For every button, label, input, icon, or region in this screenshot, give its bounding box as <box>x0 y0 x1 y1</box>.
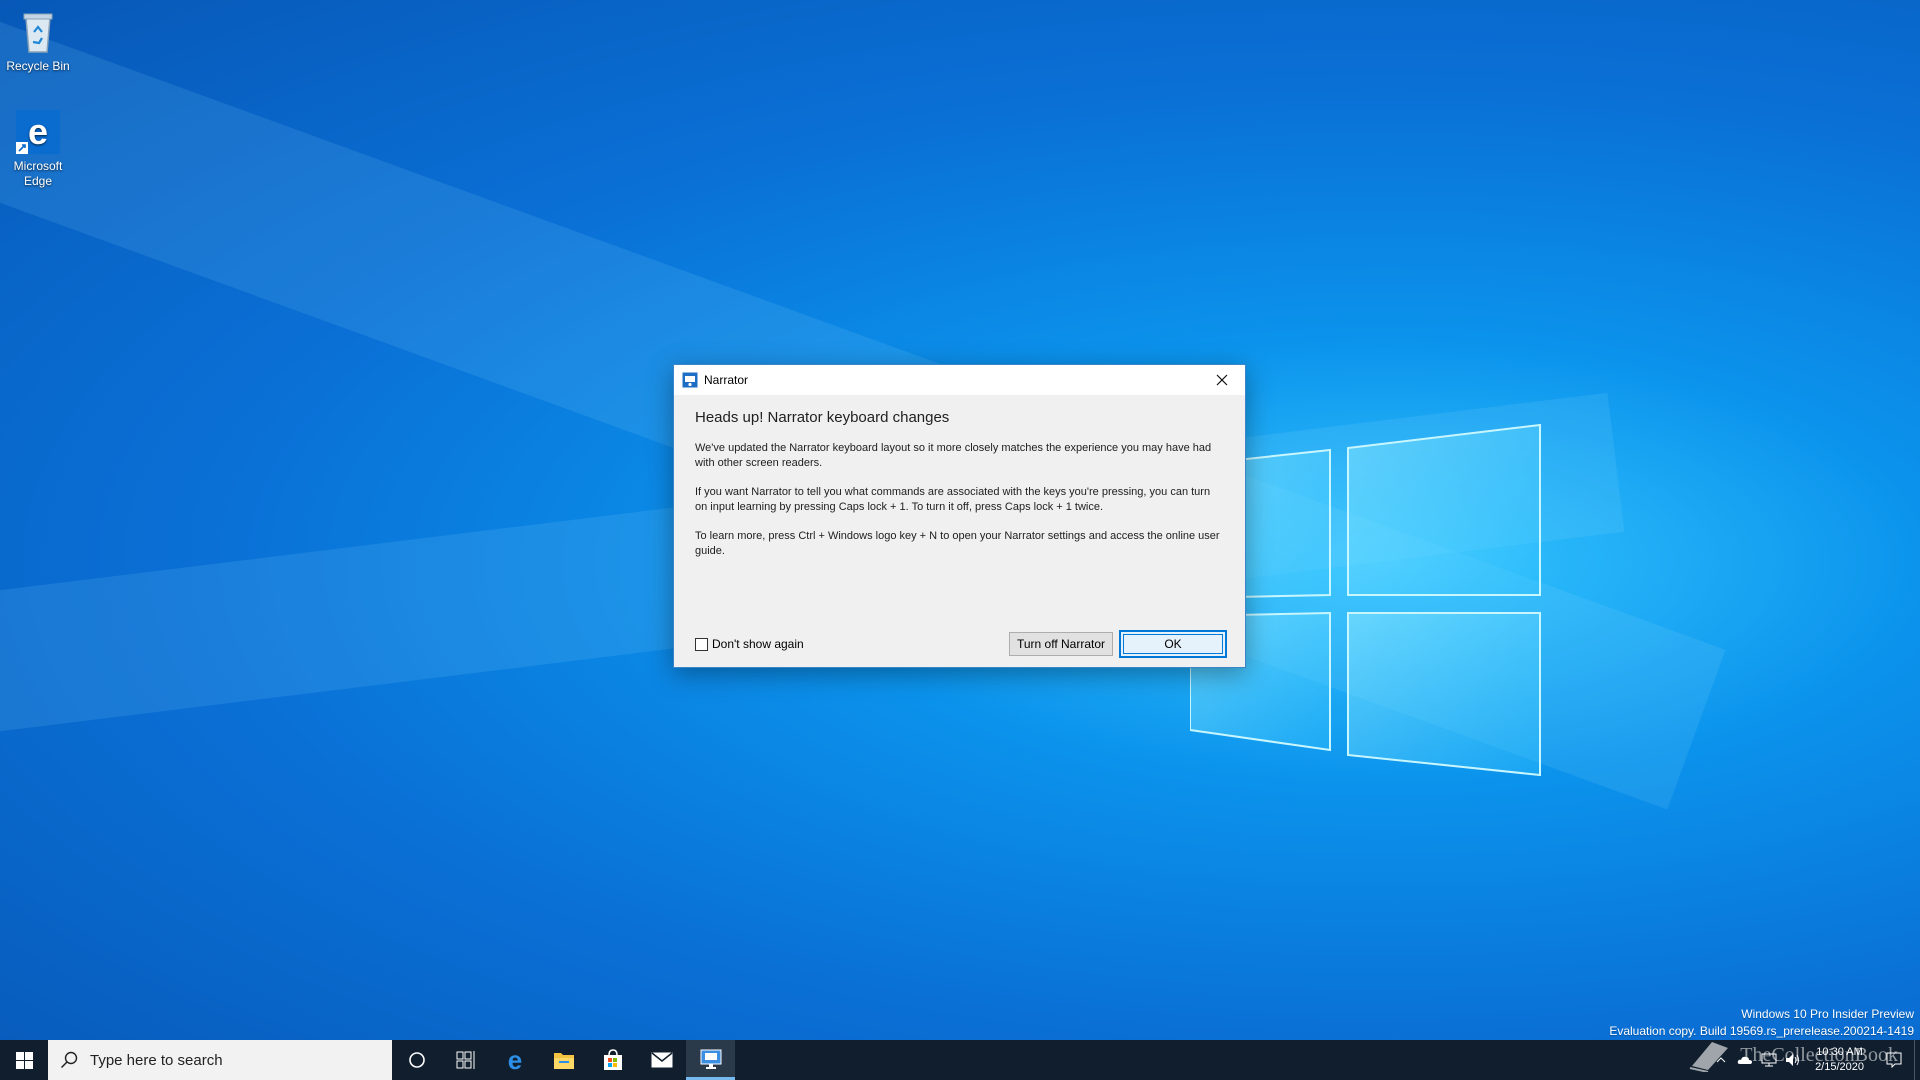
site-watermark: TheCollectionBook <box>1688 1038 1898 1072</box>
taskbar-search[interactable] <box>48 1040 392 1080</box>
recycle-bin-icon <box>23 13 53 53</box>
turn-off-narrator-button[interactable]: Turn off Narrator <box>1009 632 1113 656</box>
desktop-icon-edge[interactable]: e Microsoft Edge <box>0 108 76 189</box>
dialog-paragraph: We've updated the Narrator keyboard layo… <box>695 442 1212 469</box>
checkbox-label: Don't show again <box>712 637 804 651</box>
taskbar-mail[interactable] <box>637 1040 686 1080</box>
close-button[interactable] <box>1199 365 1245 395</box>
taskbar-file-explorer[interactable] <box>539 1040 588 1080</box>
store-icon <box>603 1049 622 1070</box>
dialog-footer: Don't show again Turn off Narrator OK <box>695 630 1227 658</box>
mail-icon <box>651 1052 672 1068</box>
svg-text:e: e <box>507 1048 521 1072</box>
task-view-button[interactable] <box>441 1040 490 1080</box>
dont-show-again-checkbox[interactable]: Don't show again <box>695 637 1009 651</box>
narrator-dialog: Narrator Heads up! Narrator keyboard cha… <box>673 364 1246 668</box>
edge-icon: e <box>507 1048 521 1072</box>
start-button[interactable] <box>0 1040 48 1080</box>
edge-icon: e <box>16 110 60 154</box>
narrator-icon <box>682 372 698 388</box>
taskbar-narrator[interactable] <box>686 1040 735 1080</box>
checkbox-box[interactable] <box>695 637 708 651</box>
search-input[interactable] <box>90 1051 380 1069</box>
show-desktop-button[interactable] <box>1914 1040 1920 1080</box>
dialog-titlebar[interactable]: Narrator <box>674 365 1245 395</box>
book-icon <box>1690 1042 1729 1072</box>
file-explorer-icon <box>553 1053 574 1069</box>
cortana-icon <box>408 1052 425 1068</box>
taskbar: e <box>0 1040 1920 1080</box>
dialog-heading: Heads up! Narrator keyboard changes <box>695 409 950 426</box>
dialog-paragraph: If you want Narrator to tell you what co… <box>695 486 1211 513</box>
pinned-apps: e <box>392 1040 735 1080</box>
site-watermark-text: TheCollectionBook <box>1740 1043 1898 1066</box>
search-icon <box>60 1051 78 1069</box>
desktop-icon-label: Recycle Bin <box>6 59 70 73</box>
build-watermark: Windows 10 Pro Insider Preview Evaluatio… <box>1609 1006 1914 1040</box>
windows-start-icon <box>15 1051 33 1069</box>
watermark-line-1: Windows 10 Pro Insider Preview <box>1741 1007 1914 1021</box>
desktop-icon-recycle-bin[interactable]: Recycle Bin <box>0 8 76 74</box>
taskbar-store[interactable] <box>588 1040 637 1080</box>
ok-button[interactable]: OK <box>1119 630 1227 658</box>
cortana-button[interactable] <box>392 1040 441 1080</box>
task-view-icon <box>456 1051 474 1069</box>
dialog-title: Narrator <box>704 373 749 387</box>
narrator-icon <box>700 1049 721 1069</box>
close-icon <box>1216 374 1228 386</box>
dialog-paragraph: To learn more, press Ctrl + Windows logo… <box>695 530 1220 557</box>
desktop-icon-label: Microsoft Edge <box>13 159 63 188</box>
svg-text:e: e <box>28 111 48 152</box>
taskbar-edge[interactable]: e <box>490 1040 539 1080</box>
